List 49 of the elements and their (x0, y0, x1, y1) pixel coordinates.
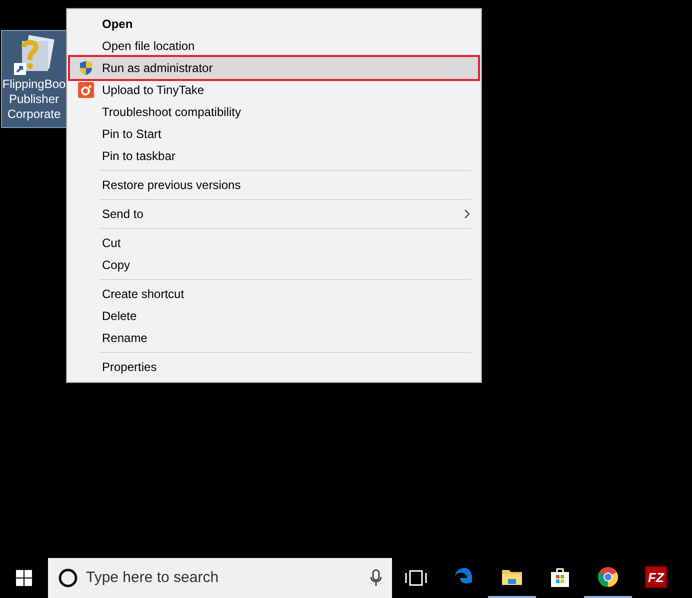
chrome-icon (597, 566, 619, 588)
menu-item[interactable]: Upload to TinyTake (70, 79, 478, 101)
camera-app-icon (78, 82, 94, 98)
menu-item[interactable]: Open (70, 13, 478, 35)
menu-item-label: Send to (102, 206, 144, 223)
search-bar[interactable]: Type here to search (48, 558, 392, 598)
menu-item[interactable]: Copy (70, 254, 478, 276)
menu-item-label: Rename (102, 330, 148, 347)
menu-item-label: Cut (102, 235, 121, 252)
menu-item-label: Pin to Start (102, 126, 162, 143)
menu-item-label: Open (102, 16, 133, 33)
menu-item-label: Upload to TinyTake (102, 82, 204, 99)
folder-icon (501, 567, 523, 587)
microphone-icon (370, 569, 382, 587)
menu-item-label: Create shortcut (102, 286, 184, 303)
menu-item[interactable]: Create shortcut (70, 283, 478, 305)
chevron-right-icon (464, 209, 470, 219)
menu-item[interactable]: Troubleshoot compatibility (70, 101, 478, 123)
shopping-bag-icon (549, 566, 571, 588)
menu-item[interactable]: Send to (70, 203, 478, 225)
menu-item-label: Open file location (102, 38, 195, 55)
menu-item-label: Troubleshoot compatibility (102, 104, 241, 121)
menu-item[interactable]: Pin to taskbar (70, 145, 478, 167)
filezilla-icon: FZ (645, 566, 667, 588)
menu-item-label: Copy (102, 257, 130, 274)
menu-item[interactable]: Rename (70, 327, 478, 349)
shortcut-label: FlippingBoo (2, 77, 66, 92)
circle-icon (58, 568, 78, 588)
menu-item[interactable]: Restore previous versions (70, 174, 478, 196)
desktop-shortcut[interactable]: FlippingBoo Publisher Corporate (1, 30, 67, 128)
search-field[interactable]: Type here to search (86, 566, 362, 590)
menu-item-label: Properties (102, 359, 157, 376)
menu-item[interactable]: Cut (70, 232, 478, 254)
shield-icon (78, 60, 94, 76)
shortcut-label: Corporate (7, 107, 61, 122)
shortcut-label: Publisher (8, 92, 60, 107)
windows-icon (16, 570, 32, 586)
menu-item-label: Pin to taskbar (102, 148, 176, 165)
book-app-icon (12, 33, 56, 77)
task-view-icon (405, 570, 427, 586)
menu-item-label: Run as administrator (102, 60, 213, 77)
menu-item-label: Delete (102, 308, 137, 325)
menu-item[interactable]: Properties (70, 356, 478, 378)
menu-item[interactable]: Run as administrator (70, 57, 478, 79)
menu-item[interactable]: Pin to Start (70, 123, 478, 145)
menu-item[interactable]: Open file location (70, 35, 478, 57)
taskbar-app-button[interactable]: FZ (632, 558, 680, 598)
menu-item[interactable]: Delete (70, 305, 478, 327)
menu-item-label: Restore previous versions (102, 177, 241, 194)
